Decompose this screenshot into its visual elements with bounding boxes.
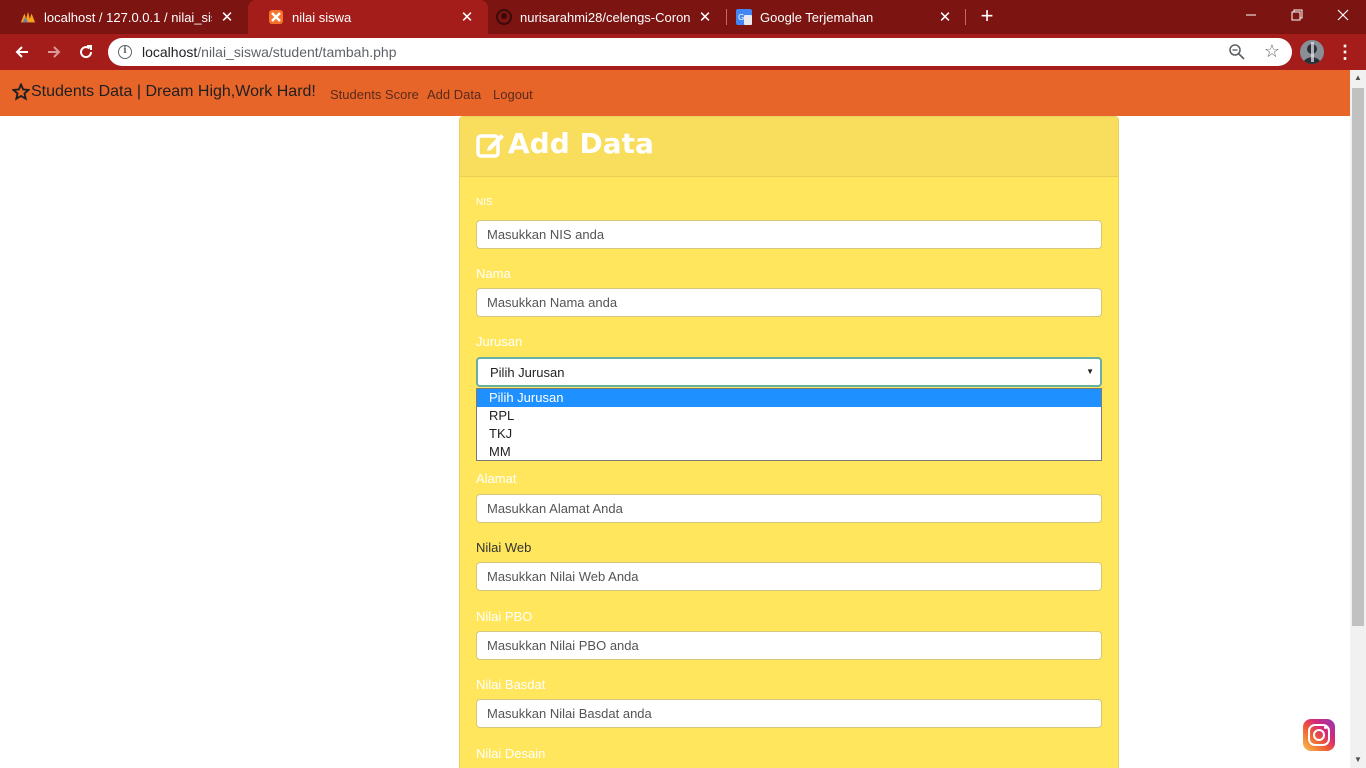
site-navbar: Students Data | Dream High,Work Hard! St… xyxy=(0,70,1350,116)
scroll-down-arrow-icon[interactable]: ▼ xyxy=(1350,752,1366,768)
svg-text:G: G xyxy=(738,13,744,22)
edit-icon xyxy=(476,133,504,158)
scroll-thumb[interactable] xyxy=(1352,88,1364,626)
url-text: localhost/nilai_siswa/student/tambah.php xyxy=(142,44,397,60)
option-rpl[interactable]: RPL xyxy=(477,407,1101,425)
nilai-pbo-input[interactable] xyxy=(476,631,1102,660)
instagram-icon[interactable] xyxy=(1303,719,1335,751)
tab-nilai-siswa[interactable]: nilai siswa ✕ xyxy=(248,0,488,34)
nav-link-students-score[interactable]: Students Score xyxy=(330,87,419,102)
alamat-input[interactable] xyxy=(476,494,1102,523)
bookmark-star-icon[interactable]: ☆ xyxy=(1264,41,1280,62)
address-bar[interactable]: i localhost/nilai_siswa/student/tambah.p… xyxy=(108,38,1292,66)
nilai-basdat-label: Nilai Basdat xyxy=(476,677,546,692)
close-window-icon[interactable] xyxy=(1320,0,1366,30)
phpmyadmin-icon xyxy=(20,9,36,25)
nilai-pbo-label: Nilai PBO xyxy=(476,609,533,624)
nilai-basdat-input[interactable] xyxy=(476,699,1102,728)
nama-label: Nama xyxy=(476,266,511,281)
add-data-card: Add Data NIS Nama Jurusan Pilih Jurusan … xyxy=(459,116,1119,768)
tab-google-translate[interactable]: G Google Terjemahan ✕ xyxy=(716,0,966,34)
option-mm[interactable]: MM xyxy=(477,443,1101,461)
jurusan-dropdown-list: Pilih Jurusan RPL TKJ MM xyxy=(476,388,1102,461)
nilai-web-input[interactable] xyxy=(476,562,1102,591)
info-icon[interactable]: i xyxy=(118,45,132,59)
nama-input[interactable] xyxy=(476,288,1102,317)
close-tab-icon[interactable]: ✕ xyxy=(218,8,236,26)
forward-arrow-icon[interactable] xyxy=(42,40,66,64)
dropdown-arrow-icon: ▼ xyxy=(1086,367,1094,376)
more-menu-icon[interactable]: ⋮ xyxy=(1336,40,1354,64)
google-translate-icon: G xyxy=(736,9,752,25)
jurusan-label: Jurusan xyxy=(476,334,523,349)
back-arrow-icon[interactable] xyxy=(10,40,34,64)
nis-input[interactable] xyxy=(476,220,1102,249)
option-pilih-jurusan[interactable]: Pilih Jurusan xyxy=(477,389,1101,407)
close-tab-icon[interactable]: ✕ xyxy=(936,8,954,26)
nav-link-logout[interactable]: Logout xyxy=(493,87,533,102)
alamat-label: Alamat xyxy=(476,471,517,486)
page-scrollbar[interactable]: ▲ ▼ xyxy=(1350,70,1366,768)
scroll-up-arrow-icon[interactable]: ▲ xyxy=(1350,70,1366,86)
zoom-icon[interactable] xyxy=(1228,43,1246,61)
xampp-icon xyxy=(268,9,284,25)
new-tab-button[interactable]: + xyxy=(975,5,999,29)
close-tab-icon[interactable]: ✕ xyxy=(696,8,714,26)
reload-icon[interactable] xyxy=(74,40,98,64)
minimize-icon[interactable] xyxy=(1228,0,1274,30)
option-tkj[interactable]: TKJ xyxy=(477,425,1101,443)
card-header: Add Data xyxy=(460,117,1118,177)
tab-divider xyxy=(965,9,966,25)
nis-label: NIS xyxy=(476,197,493,208)
browser-toolbar: i localhost/nilai_siswa/student/tambah.p… xyxy=(0,34,1366,70)
nilai-desain-label: Nilai Desain xyxy=(476,746,546,761)
tab-phpmyadmin[interactable]: localhost / 127.0.0.1 / nilai_siswa ✕ xyxy=(0,0,248,34)
navbar-brand[interactable]: Students Data | Dream High,Work Hard! xyxy=(12,83,316,101)
github-icon xyxy=(496,9,512,25)
close-tab-icon[interactable]: ✕ xyxy=(458,8,476,26)
tab-strip: localhost / 127.0.0.1 / nilai_siswa ✕ ni… xyxy=(0,0,1366,34)
nav-link-add-data[interactable]: Add Data xyxy=(427,87,481,102)
star-icon xyxy=(12,83,30,101)
jurusan-select[interactable]: Pilih Jurusan ▼ xyxy=(476,357,1102,387)
restore-icon[interactable] xyxy=(1274,0,1320,30)
profile-avatar[interactable] xyxy=(1300,40,1324,64)
tab-github[interactable]: nurisarahmi28/celengs-Corona-g ✕ xyxy=(476,0,726,34)
nilai-web-label: Nilai Web xyxy=(476,540,532,555)
page-title: Add Data xyxy=(476,127,654,160)
